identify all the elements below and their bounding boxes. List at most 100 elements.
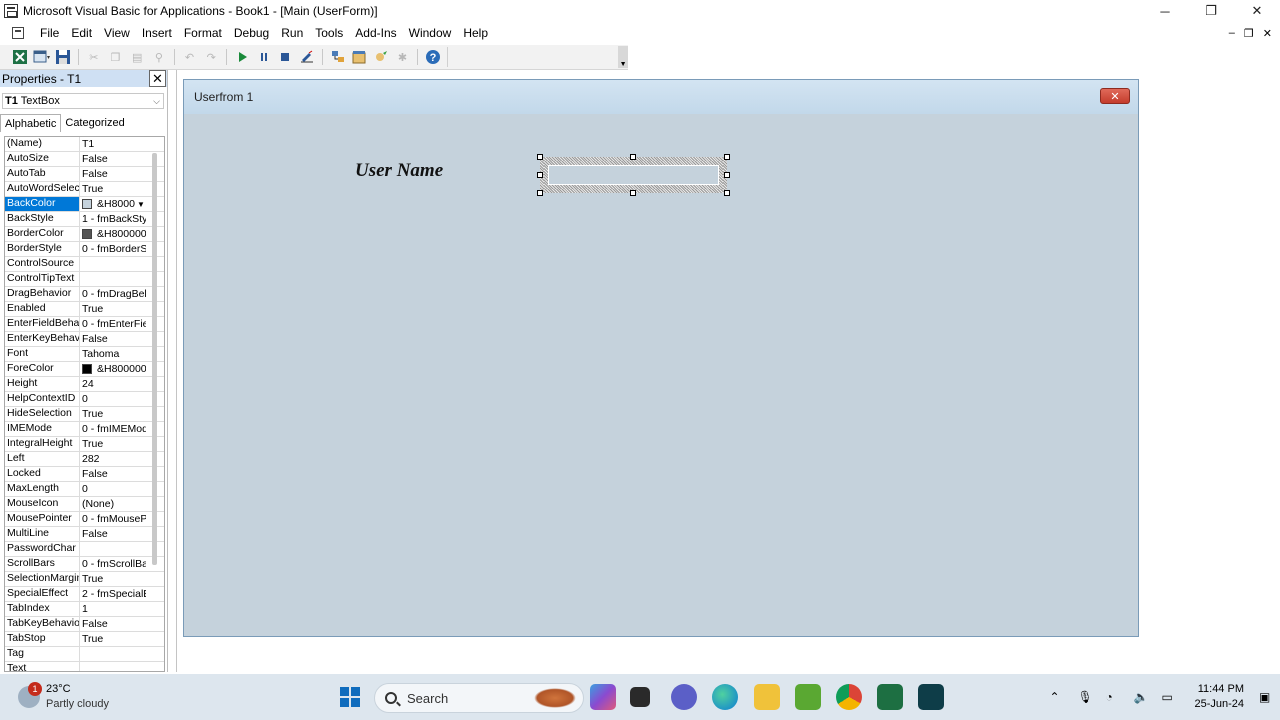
break-icon[interactable] [254, 47, 274, 67]
menu-help[interactable]: Help [457, 26, 494, 40]
property-row[interactable]: DragBehavior 0 - fmDragBeh [5, 287, 164, 302]
userform-close-button[interactable]: ✕ [1100, 88, 1130, 104]
property-row[interactable]: BorderStyle 0 - fmBorderSt [5, 242, 164, 257]
menu-insert[interactable]: Insert [136, 26, 178, 40]
property-row[interactable]: ControlTipText [5, 272, 164, 287]
property-value[interactable]: 0 - fmDragBeh [80, 287, 146, 301]
property-name[interactable]: BorderColor [5, 227, 80, 241]
teams-icon[interactable] [671, 684, 697, 710]
design-mode-icon[interactable] [297, 47, 317, 67]
property-value[interactable]: &H8000 ▼ [80, 197, 146, 211]
property-value[interactable] [80, 647, 146, 661]
property-value[interactable]: True [80, 632, 146, 646]
property-row[interactable]: ScrollBars 0 - fmScrollBar [5, 557, 164, 572]
maximize-button[interactable]: ❐ [1188, 0, 1234, 22]
resize-handle[interactable] [724, 172, 730, 178]
resize-handle[interactable] [537, 154, 543, 160]
property-value[interactable]: 282 [80, 452, 146, 466]
menu-window[interactable]: Window [403, 26, 458, 40]
property-row[interactable]: BackColor &H8000 ▼ [5, 197, 164, 212]
property-name[interactable]: IMEMode [5, 422, 80, 436]
property-value[interactable]: 0 - fmIMEMode [80, 422, 146, 436]
property-value[interactable]: Tahoma [80, 347, 146, 361]
property-row[interactable]: PasswordChar [5, 542, 164, 557]
menu-view[interactable]: View [98, 26, 136, 40]
resize-handle[interactable] [630, 154, 636, 160]
chrome-icon[interactable] [836, 684, 862, 710]
toolbar-options-grip[interactable]: ▼ [618, 46, 629, 68]
mdi-minimize-button[interactable]: ‒ [1229, 27, 1235, 39]
user-name-label[interactable]: User Name [355, 160, 443, 182]
property-value[interactable]: True [80, 437, 146, 451]
view-excel-icon[interactable] [10, 47, 30, 67]
object-selector[interactable]: T1 TextBox ⌵ [2, 93, 164, 109]
property-value[interactable]: False [80, 332, 146, 346]
property-name[interactable]: TabStop [5, 632, 80, 646]
notepad-icon[interactable] [795, 684, 821, 710]
property-row[interactable]: AutoSize False [5, 152, 164, 167]
property-value[interactable]: False [80, 527, 146, 541]
resize-handle[interactable] [537, 172, 543, 178]
insert-userform-icon[interactable] [32, 47, 52, 67]
property-row[interactable]: HelpContextID 0 [5, 392, 164, 407]
property-row[interactable]: Locked False [5, 467, 164, 482]
textbox-t1[interactable] [537, 154, 730, 196]
property-value[interactable]: False [80, 167, 146, 181]
property-name[interactable]: BorderStyle [5, 242, 80, 256]
property-row[interactable]: TabKeyBehavior False [5, 617, 164, 632]
property-row[interactable]: MouseIcon (None) [5, 497, 164, 512]
property-name[interactable]: ControlSource [5, 257, 80, 271]
help-icon[interactable]: ? [423, 47, 443, 67]
properties-window-icon[interactable] [349, 47, 369, 67]
property-row[interactable]: HideSelection True [5, 407, 164, 422]
cut-icon[interactable]: ✂ [84, 47, 104, 67]
property-value[interactable]: True [80, 407, 146, 421]
property-value[interactable]: 0 - fmEnterFiel [80, 317, 146, 331]
property-row[interactable]: EnterKeyBehaviorFalse [5, 332, 164, 347]
property-grid-scrollbar[interactable] [152, 153, 157, 565]
property-name[interactable]: EnterFieldBehavior [5, 317, 80, 331]
volume-icon[interactable]: 🔈 [1133, 690, 1148, 704]
property-value[interactable]: True [80, 182, 146, 196]
redo-icon[interactable]: ↷ [201, 47, 221, 67]
property-value[interactable] [80, 662, 146, 671]
property-row[interactable]: ForeColor&H8000000 [5, 362, 164, 377]
property-name[interactable]: ControlTipText [5, 272, 80, 286]
toolbox-icon[interactable]: ✱ [393, 47, 413, 67]
property-row[interactable]: BackStyle1 - fmBackStyle [5, 212, 164, 227]
property-value[interactable]: (None) [80, 497, 146, 511]
property-row[interactable]: MultiLine False [5, 527, 164, 542]
resize-handle[interactable] [537, 190, 543, 196]
property-name[interactable]: PasswordChar [5, 542, 80, 556]
property-value[interactable] [80, 272, 146, 286]
property-value[interactable]: 0 - fmMousePo [80, 512, 146, 526]
property-name[interactable]: (Name) [5, 137, 80, 151]
property-value[interactable]: False [80, 467, 146, 481]
property-row[interactable]: TabStop True [5, 632, 164, 647]
property-name[interactable]: SelectionMargin [5, 572, 80, 586]
menu-run[interactable]: Run [275, 26, 309, 40]
chevron-up-icon[interactable]: ⌃ [1049, 690, 1063, 704]
object-browser-icon[interactable] [371, 47, 391, 67]
property-row[interactable]: IntegralHeight True [5, 437, 164, 452]
property-name[interactable]: TabIndex [5, 602, 80, 616]
property-row[interactable]: Left 282 [5, 452, 164, 467]
property-name[interactable]: DragBehavior [5, 287, 80, 301]
property-name[interactable]: EnterKeyBehavior [5, 332, 80, 346]
property-name[interactable]: Enabled [5, 302, 80, 316]
system-menu-icon[interactable] [12, 27, 24, 39]
battery-icon[interactable]: ▭ [1161, 690, 1175, 704]
resize-handle[interactable] [630, 190, 636, 196]
property-name[interactable]: ScrollBars [5, 557, 80, 571]
property-name[interactable]: MousePointer [5, 512, 80, 526]
task-view-icon[interactable] [630, 687, 650, 707]
dropdown-arrow-icon[interactable]: ▼ [137, 200, 145, 209]
tab-alphabetic[interactable]: Alphabetic [0, 114, 62, 132]
userform[interactable]: Userfrom 1 ✕ User Name [183, 79, 1139, 637]
reset-icon[interactable] [275, 47, 295, 67]
property-value[interactable]: 1 [80, 602, 146, 616]
property-name[interactable]: HelpContextID [5, 392, 80, 406]
property-value[interactable]: False [80, 152, 146, 166]
property-name[interactable]: AutoWordSelect [5, 182, 80, 196]
property-row[interactable]: Text [5, 662, 164, 671]
